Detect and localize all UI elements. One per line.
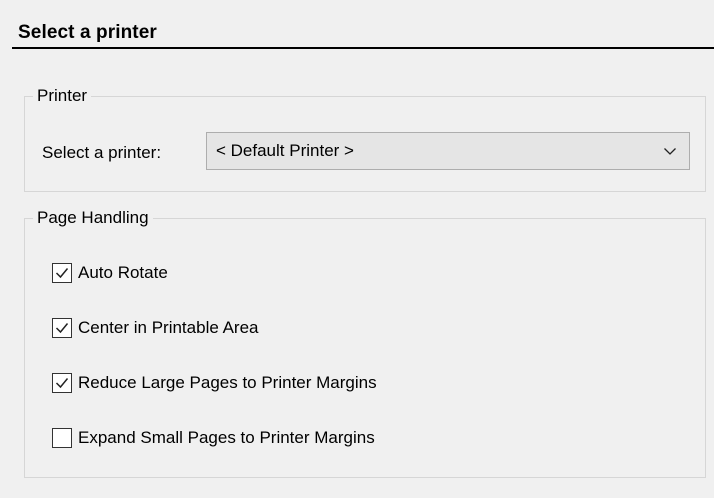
select-printer-label: Select a printer: <box>42 143 162 162</box>
page-handling-groupbox: Page Handling Auto Rotate Center in Prin… <box>24 208 706 478</box>
printer-groupbox: Printer Select a printer: < Default Prin… <box>24 86 706 192</box>
title-divider <box>12 47 714 49</box>
printer-dropdown[interactable]: < Default Printer > <box>206 132 690 170</box>
printer-group-label: Printer <box>33 86 92 106</box>
expand-small-pages-checkbox[interactable] <box>52 428 72 448</box>
expand-small-pages-label: Expand Small Pages to Printer Margins <box>78 428 375 447</box>
reduce-large-pages-checkbox[interactable] <box>52 373 72 393</box>
auto-rotate-option[interactable]: Auto Rotate <box>52 262 168 284</box>
page-handling-group-label: Page Handling <box>33 208 153 228</box>
section-title: Select a printer <box>18 22 157 43</box>
auto-rotate-label: Auto Rotate <box>78 263 168 282</box>
reduce-large-pages-option[interactable]: Reduce Large Pages to Printer Margins <box>52 372 377 394</box>
center-printable-label: Center in Printable Area <box>78 318 259 337</box>
auto-rotate-checkbox[interactable] <box>52 263 72 283</box>
printer-dropdown-value: < Default Printer > <box>216 141 354 160</box>
checkmark-icon <box>55 378 69 389</box>
checkmark-icon <box>55 268 69 279</box>
reduce-large-pages-label: Reduce Large Pages to Printer Margins <box>78 373 377 392</box>
chevron-down-icon <box>664 148 676 155</box>
center-printable-option[interactable]: Center in Printable Area <box>52 317 259 339</box>
expand-small-pages-option[interactable]: Expand Small Pages to Printer Margins <box>52 427 375 449</box>
checkmark-icon <box>55 323 69 334</box>
center-printable-checkbox[interactable] <box>52 318 72 338</box>
